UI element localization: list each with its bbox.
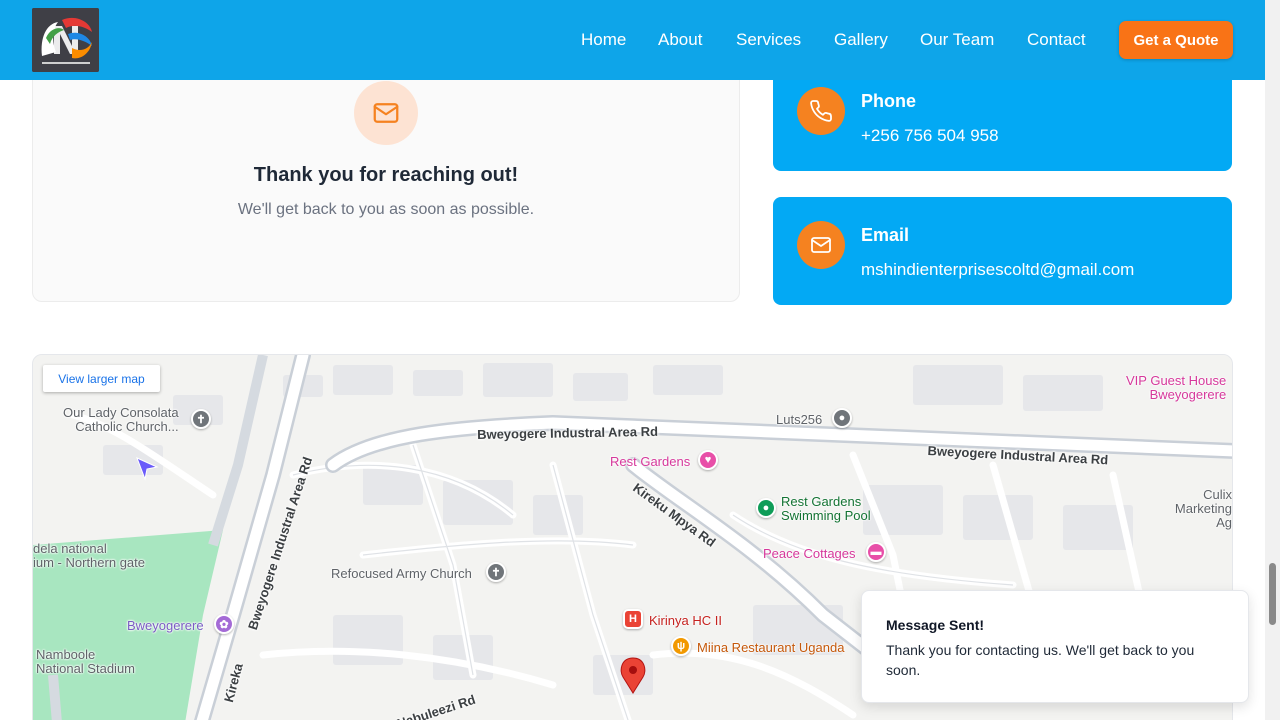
place-vip-guest-house[interactable]: VIP Guest House Bweyogerere — [1126, 374, 1226, 402]
hotel-pin-icon[interactable]: ▬ — [866, 542, 886, 562]
logo-graphic — [32, 8, 99, 72]
mail-icon — [797, 221, 845, 269]
phone-value[interactable]: +256 756 504 958 — [861, 126, 999, 146]
pool-pin-icon[interactable]: ● — [756, 498, 776, 518]
place-miina-restaurant[interactable]: Miina Restaurant Uganda — [697, 640, 844, 655]
hospital-pin-icon[interactable]: H — [623, 609, 643, 629]
place-culix[interactable]: Culix Marketing Ag — [1168, 488, 1232, 530]
nav-gallery[interactable]: Gallery — [834, 30, 888, 50]
phone-icon — [797, 87, 845, 135]
nav-our-team[interactable]: Our Team — [920, 30, 994, 50]
location-pin-icon[interactable]: ● — [832, 408, 852, 428]
church-pin-icon[interactable]: ✝ — [191, 409, 211, 429]
place-bweyogerere[interactable]: Bweyogerere — [127, 618, 204, 633]
place-rest-gardens[interactable]: Rest Gardens — [610, 454, 690, 469]
place-peace-cottages[interactable]: Peace Cottages — [763, 546, 856, 561]
mail-icon — [354, 81, 418, 145]
place-kirinya-hc[interactable]: Kirinya HC II — [649, 613, 722, 628]
view-larger-map-link[interactable]: View larger map — [43, 365, 160, 392]
church-pin-icon[interactable]: ✝ — [486, 562, 506, 582]
toast-message: Thank you for contacting us. We'll get b… — [886, 642, 1195, 678]
place-luts256[interactable]: Luts256 — [776, 412, 822, 427]
email-title: Email — [861, 225, 910, 245]
thank-you-title: Thank you for reaching out! — [253, 164, 519, 186]
place-namboole-gate[interactable]: dela national ium - Northern gate — [33, 542, 145, 570]
transit-pin-icon[interactable]: ✿ — [214, 614, 234, 634]
message-sent-toast[interactable]: Message Sent! Thank you for contacting u… — [861, 590, 1249, 703]
place-namboole-stadium[interactable]: Namboole National Stadium — [36, 648, 135, 676]
place-our-lady-consolata[interactable]: Our Lady Consolata Catholic Church... — [63, 406, 179, 434]
email-value[interactable]: mshindienterprisescoltd@gmail.com — [861, 260, 1134, 280]
place-refocused-army-church[interactable]: Refocused Army Church — [331, 566, 472, 581]
nav-contact[interactable]: Contact — [1027, 30, 1086, 50]
nav-about[interactable]: About — [658, 30, 702, 50]
toast-title: Message Sent! — [886, 617, 985, 633]
site-header: Home About Services Gallery Our Team Con… — [0, 0, 1265, 80]
nav-home[interactable]: Home — [581, 30, 626, 50]
email-card: Email mshindienterprisescoltd@gmail.com — [773, 197, 1232, 305]
thank-you-subtitle: We'll get back to you as soon as possibl… — [237, 201, 535, 218]
scrollbar-thumb[interactable] — [1269, 563, 1276, 625]
road-label: Bweyogere Industral Area Rd — [477, 423, 659, 442]
get-a-quote-button[interactable]: Get a Quote — [1119, 21, 1233, 59]
phone-title: Phone — [861, 91, 917, 111]
restaurant-pin-icon[interactable]: ψ — [671, 636, 691, 656]
nav-services[interactable]: Services — [736, 30, 801, 50]
page-scrollbar[interactable] — [1265, 0, 1280, 720]
lodging-pin-icon[interactable]: ♥ — [698, 450, 718, 470]
place-rest-gardens-pool[interactable]: Rest Gardens Swimming Pool — [781, 495, 871, 523]
company-logo[interactable] — [32, 8, 99, 72]
